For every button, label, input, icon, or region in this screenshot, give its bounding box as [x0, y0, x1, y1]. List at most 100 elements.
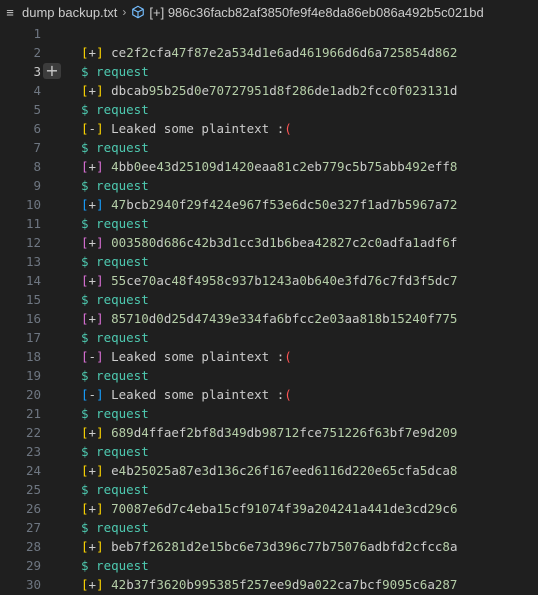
bracket-close: ] — [96, 387, 104, 402]
hash-value: ce2f2cfa47f87e2a534d1e6ad461966d6d6a7258… — [111, 45, 458, 60]
request-command: $ request — [81, 368, 149, 383]
line-content: [+] e4b25025a87e3d136c26f167eed6116d220e… — [81, 461, 457, 480]
code-line[interactable]: 5 $ request — [0, 100, 538, 119]
request-command: $ request — [81, 558, 149, 573]
hash-value: 4bb0ee43d25109d1420eaa81c2eb779c5b75abb4… — [111, 159, 458, 174]
status-sign: + — [88, 159, 97, 174]
code-line[interactable]: 24 [+] e4b25025a87e3d136c26f167eed6116d22… — [0, 461, 538, 480]
code-line[interactable]: 17 $ request — [0, 328, 538, 347]
line-content: [-] Leaked some plaintext :( — [81, 347, 292, 366]
code-line[interactable]: 4 [+] dbcab95b25d0e70727951d8f286de1adb2f… — [0, 81, 538, 100]
line-number: 8 — [33, 159, 41, 174]
breadcrumb-file[interactable]: dump backup.txt — [22, 5, 117, 20]
bracket-close: ] — [96, 83, 104, 98]
request-command: $ request — [81, 330, 149, 345]
line-content: $ request — [81, 366, 149, 385]
code-line[interactable]: 30 [+] 42b37f3620b995385f257ee9d9a022ca7b… — [0, 575, 538, 594]
code-lines[interactable]: 1 2 [+] ce2f2cfa47f87e2a534d1e6ad461966d6d… — [0, 24, 538, 594]
line-number: 23 — [25, 444, 41, 459]
line-content: $ request — [81, 556, 149, 575]
add-icon[interactable]: + — [43, 63, 61, 79]
line-number: 26 — [25, 501, 41, 516]
bracket-close: ] — [96, 349, 104, 364]
line-number: 14 — [25, 273, 41, 288]
status-sign: + — [88, 539, 97, 554]
code-line[interactable]: 8 [+] 4bb0ee43d25109d1420eaa81c2eb779c5b7… — [0, 157, 538, 176]
line-number: 9 — [33, 178, 41, 193]
code-line[interactable]: 29 $ request — [0, 556, 538, 575]
code-line[interactable]: 9 $ request — [0, 176, 538, 195]
line-content: $ request — [81, 328, 149, 347]
bracket-open: [ — [81, 349, 89, 364]
bracket-close: ] — [96, 577, 104, 592]
code-line[interactable]: 7 $ request — [0, 138, 538, 157]
bracket-close: ] — [96, 463, 104, 478]
bracket-close: ] — [96, 539, 104, 554]
code-line[interactable]: 26 [+] 70087e6d7c4eba15cf91074f39a204241a… — [0, 499, 538, 518]
hash-value: dbcab95b25d0e70727951d8f286de1adb2fcc0f0… — [111, 83, 458, 98]
bracket-open: [ — [81, 387, 89, 402]
code-line[interactable]: 1 — [0, 24, 538, 43]
line-number: 15 — [25, 292, 41, 307]
line-number: 21 — [25, 406, 41, 421]
request-command: $ request — [81, 102, 149, 117]
bracket-close: ] — [96, 121, 104, 136]
status-sign: + — [88, 235, 97, 250]
status-sign: - — [88, 387, 97, 402]
request-command: $ request — [81, 178, 149, 193]
line-content: $ request — [81, 214, 149, 233]
code-line[interactable]: 11 $ request — [0, 214, 538, 233]
code-line[interactable]: 25 $ request — [0, 480, 538, 499]
bracket-close: ] — [96, 197, 104, 212]
leak-message: Leaked some plaintext :( — [111, 121, 292, 136]
code-line[interactable]: 19 $ request — [0, 366, 538, 385]
code-line[interactable]: 2 [+] ce2f2cfa47f87e2a534d1e6ad461966d6d6… — [0, 43, 538, 62]
code-line[interactable]: 28 [+] beb7f26281d2e15bc6e73d396c77b75076… — [0, 537, 538, 556]
code-line[interactable]: 12 [+] 003580d686c42b3d1cc3d1b6bea42827c2… — [0, 233, 538, 252]
code-line[interactable]: 21 $ request — [0, 404, 538, 423]
request-command: $ request — [81, 482, 149, 497]
code-line[interactable]: 10 [+] 47bcb2940f29f424e967f53e6dc50e327f… — [0, 195, 538, 214]
bracket-open: [ — [81, 463, 89, 478]
code-line[interactable]: 16 [+] 85710d0d25d47439e334fa6bfcc2e03aa8… — [0, 309, 538, 328]
breadcrumb-symbol[interactable]: [+] 986c36facb82af3850fe9f4e8da86eb086a4… — [149, 5, 483, 20]
line-number: 29 — [25, 558, 41, 573]
status-sign: + — [88, 197, 97, 212]
file-text-icon: ≡ — [6, 4, 14, 20]
code-line[interactable]: 20 [-] Leaked some plaintext :( — [0, 385, 538, 404]
status-sign: + — [88, 273, 97, 288]
line-number: 7 — [33, 140, 41, 155]
bracket-open: [ — [81, 121, 89, 136]
bracket-open: [ — [81, 311, 89, 326]
code-line[interactable]: 14 [+] 55ce70ac48f4958c937b1243a0b640e3fd… — [0, 271, 538, 290]
line-number: 28 — [25, 539, 41, 554]
line-number: 12 — [25, 235, 41, 250]
code-line[interactable]: 15 $ request — [0, 290, 538, 309]
line-content: $ request — [81, 252, 149, 271]
bracket-close: ] — [96, 311, 104, 326]
status-sign: + — [88, 83, 97, 98]
bracket-open: [ — [81, 235, 89, 250]
line-content: $ request — [81, 138, 149, 157]
line-content: [+] 55ce70ac48f4958c937b1243a0b640e3fd76… — [81, 271, 458, 290]
code-line[interactable]: 23 $ request — [0, 442, 538, 461]
line-number: 25 — [25, 482, 41, 497]
code-line[interactable]: 27 $ request — [0, 518, 538, 537]
hash-value: 42b37f3620b995385f257ee9d9a022ca7bcf9095… — [111, 577, 458, 592]
line-number: 17 — [25, 330, 41, 345]
code-line[interactable]: 6 [-] Leaked some plaintext :( — [0, 119, 538, 138]
editor[interactable]: ≡ dump backup.txt › [+] 986c36facb82af38… — [0, 0, 538, 595]
code-line[interactable]: 13 $ request — [0, 252, 538, 271]
line-number: 20 — [25, 387, 41, 402]
bracket-open: [ — [81, 45, 89, 60]
line-number: 6 — [33, 121, 41, 136]
line-number: 1 — [33, 26, 41, 41]
line-number: 13 — [25, 254, 41, 269]
line-content: [+] 70087e6d7c4eba15cf91074f39a204241a44… — [81, 499, 457, 518]
code-line[interactable]: 3 $ request — [0, 62, 538, 81]
hash-value: 85710d0d25d47439e334fa6bfcc2e03aa818b152… — [111, 311, 458, 326]
line-content: $ request — [81, 62, 149, 81]
code-line[interactable]: 22 [+] 689d4ffaef2bf8d349db98712fce751226… — [0, 423, 538, 442]
line-number: 5 — [33, 102, 41, 117]
code-line[interactable]: 18 [-] Leaked some plaintext :( — [0, 347, 538, 366]
